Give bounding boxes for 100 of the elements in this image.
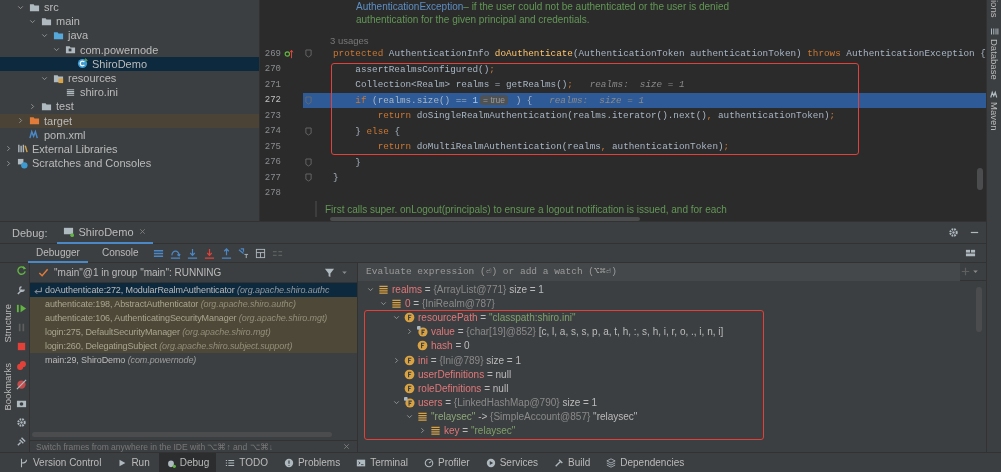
run-to-cursor-icon [237, 247, 249, 259]
dropdown-icon [970, 267, 980, 276]
tool-window-label[interactable]: ions [988, 0, 1000, 18]
tree-item[interactable]: com.powernode [0, 42, 259, 57]
tool-window-button[interactable]: Version Control [12, 452, 109, 472]
maven-icon [29, 129, 40, 141]
debugger-tab[interactable]: Debugger [28, 243, 88, 263]
stack-frame[interactable]: login:275, DefaultSecurityManager (org.apache.shiro.mgt) [30, 325, 357, 339]
tree-item[interactable]: java [0, 28, 259, 43]
tree-item[interactable]: resources [0, 70, 259, 86]
step-out-icon [220, 247, 232, 259]
resume-icon [15, 303, 27, 314]
stack-frame[interactable]: main:29, ShiroDemo (com.powernode) [30, 353, 357, 367]
tree-item[interactable]: target [0, 113, 259, 128]
line-number: 274 [263, 126, 281, 137]
debug-tab[interactable]: ShiroDemo [57, 221, 153, 244]
tree-item[interactable]: main [0, 14, 259, 29]
list-icon [391, 297, 402, 309]
profiler-icon [423, 457, 434, 468]
variable-text[interactable]: userDefinitions = null [418, 368, 512, 380]
dropdown-icon [340, 268, 349, 277]
tree-item[interactable]: ShiroDemo [0, 56, 259, 71]
tool-window-button[interactable]: Run [110, 452, 157, 472]
services-icon [485, 457, 496, 468]
step-into-icon [186, 247, 198, 259]
package-icon [65, 44, 76, 56]
tool-window-label[interactable]: Bookmarks [2, 363, 13, 411]
fold-icon [305, 156, 312, 168]
close-icon [342, 442, 351, 451]
variable-text[interactable]: 0 = {IniRealm@787} [405, 297, 495, 309]
tool-window-button[interactable]: TODO [218, 452, 275, 472]
code-line: if (realms.size() == 1 = true ) { realms: size = 1 [354, 94, 644, 106]
line-number: 277 [263, 172, 281, 183]
tool-window-button[interactable]: Services [478, 452, 545, 472]
tree-item[interactable]: pom.xml [0, 127, 259, 142]
tool-window-button[interactable]: Build [547, 452, 598, 472]
tree-item[interactable]: test [0, 99, 259, 114]
variable-text[interactable]: users = {LinkedHashMap@790} size = 1 [418, 397, 598, 409]
breakpoints-icon [15, 360, 27, 371]
variable-text[interactable]: realms = {ArrayList@771} size = 1 [392, 283, 544, 295]
variable-text[interactable]: key = "relaysec" [444, 425, 516, 437]
code-line: } else { [354, 125, 400, 137]
variable-text[interactable]: value = {char[19]@852} [c, l, a, s, s, p, a, t, h, :, s, h, i, r, o, ., i, n, i] [431, 326, 724, 338]
calculator-icon [254, 247, 266, 259]
layout-icon [964, 247, 976, 259]
tree-item[interactable]: Scratches and Consoles [0, 156, 259, 171]
variable-text[interactable]: hash = 0 [431, 340, 470, 352]
panel-title: Debug: [12, 226, 48, 239]
console-icon [63, 226, 75, 237]
todo-icon [225, 457, 236, 468]
fold-icon [305, 48, 312, 60]
scrollbar[interactable] [976, 168, 983, 190]
tree-item[interactable]: External Libraries [0, 141, 259, 157]
tool-window-button[interactable]: Terminal [349, 452, 415, 472]
tool-window-label[interactable]: Maven [988, 102, 1000, 131]
doc-comment: authentication for the given principal and credentials. [355, 13, 591, 26]
chevron-icon [392, 355, 401, 365]
variable-text[interactable]: "relaysec" -> {SimpleAccount@857} "relaysec" [431, 411, 638, 423]
add-icon [959, 266, 971, 277]
field-icon [404, 311, 415, 323]
stack-frame[interactable]: authenticate:106, AuthenticatingSecurityManager (org.apache.shiro.mgt) [30, 311, 357, 325]
fold-icon [305, 94, 312, 106]
line-number: 278 [263, 188, 281, 199]
frames-icon [152, 247, 164, 259]
usages-hint[interactable]: 3 usages [330, 35, 369, 46]
code-line: protected AuthenticationInfo doAuthenticate(AuthenticationToken authenticationToken) throws AuthenticationException { [333, 48, 986, 60]
code-line: Collection<Realm> realms = getRealms(); realms: size = 1 [354, 79, 685, 91]
settings-icon [947, 227, 959, 238]
fold-icon [305, 125, 312, 137]
variable-text[interactable]: resourcePath = "classpath:shiro.ini" [418, 311, 576, 323]
stack-frame[interactable]: doAuthenticate:272, ModularRealmAuthenticator (org.apache.shiro.authc [30, 283, 357, 297]
folder-icon [29, 1, 40, 13]
list-icon [417, 411, 428, 423]
tool-window-button[interactable]: Problems [276, 452, 348, 472]
folder-icon [41, 100, 52, 112]
list-icon [378, 283, 389, 295]
terminal-icon [356, 457, 367, 468]
tool-window-label[interactable]: Database [988, 39, 1000, 81]
file-icon [65, 86, 76, 98]
line-number: 270 [263, 64, 281, 75]
stack-frame[interactable]: login:260, DelegatingSubject (org.apache.shiro.subject.support) [30, 339, 357, 353]
code-line: } [354, 156, 361, 168]
field-icon [404, 382, 415, 394]
tool-window-button[interactable]: Profiler [416, 452, 477, 472]
rerun-icon [15, 265, 27, 276]
tool-window-button[interactable]: Debug [158, 452, 217, 472]
folder-icon [53, 29, 64, 41]
variable-text[interactable]: ini = {Ini@789} size = 1 [418, 354, 522, 366]
tree-item[interactable]: src [0, 0, 259, 15]
camera-icon [15, 398, 27, 409]
tool-window-button[interactable]: Dependencies [599, 452, 692, 472]
doc-link[interactable]: AuthenticationException [356, 1, 464, 12]
tool-window-label[interactable]: Structure [2, 304, 13, 343]
tree-item[interactable]: shiro.ini [0, 85, 259, 100]
dependencies-icon [606, 457, 617, 468]
variable-text[interactable]: roleDefinitions = null [418, 382, 509, 394]
debugger-tab[interactable]: Console [93, 243, 147, 263]
thread-label[interactable]: "main"@1 in group "main": RUNNING [54, 267, 222, 278]
line-number: 276 [263, 157, 281, 168]
stack-frame[interactable]: authenticate:198, AbstractAuthenticator (org.apache.shiro.authc) [30, 297, 357, 311]
